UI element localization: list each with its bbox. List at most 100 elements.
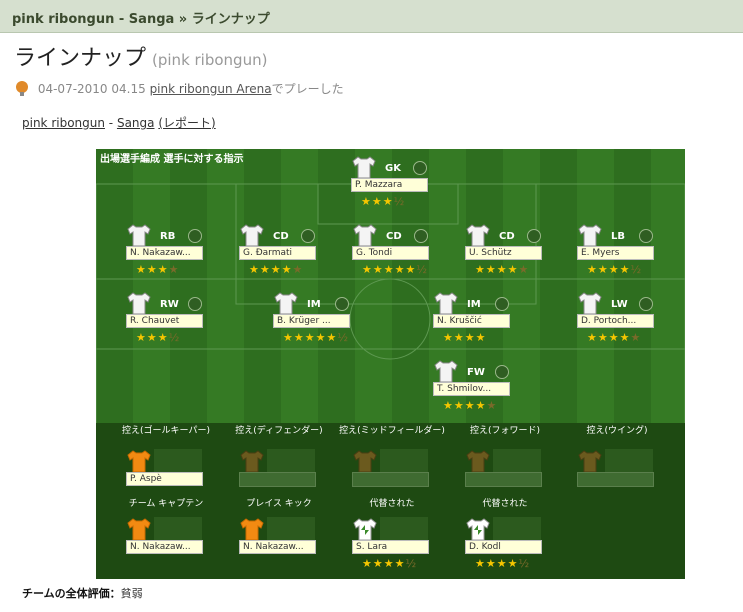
- bench-label: 控え(ウイング): [586, 426, 648, 436]
- instruction-dot[interactable]: [414, 229, 428, 243]
- player-card[interactable]: LW D. Portoch... ★★★★★: [577, 291, 685, 355]
- shirt-icon: [126, 291, 152, 315]
- player-stars: ★★★½: [136, 331, 181, 344]
- shirt-icon: [577, 291, 603, 315]
- player-stars: ★★★★★: [249, 263, 304, 276]
- shirt-icon: [465, 449, 491, 473]
- player-name[interactable]: T. Shmilov...: [433, 382, 510, 396]
- bench-player-name[interactable]: N. Nakazaw...: [126, 540, 203, 554]
- player-name[interactable]: G. Đarmati: [239, 246, 316, 260]
- player-position: IM: [307, 299, 321, 310]
- player-position: CD: [273, 231, 289, 242]
- shirt-icon: [352, 517, 378, 541]
- instruction-dot[interactable]: [639, 297, 653, 311]
- page-title: ラインナップ (pink ribongun): [14, 40, 267, 72]
- bench-label: 控え(ミッドフィールダー): [339, 426, 445, 436]
- player-position: CD: [499, 231, 515, 242]
- player-name[interactable]: R. Chauvet: [126, 314, 203, 328]
- instruction-dot[interactable]: [335, 297, 349, 311]
- player-name[interactable]: E. Myers: [577, 246, 654, 260]
- bench-player-name[interactable]: S. Lara: [352, 540, 429, 554]
- shirt-icon: [126, 223, 152, 247]
- player-name[interactable]: N. Nakazaw...: [126, 246, 203, 260]
- player-name[interactable]: D. Portoch...: [577, 314, 654, 328]
- player-stars: ★★★★★: [475, 263, 530, 276]
- meta-suffix: でプレーした: [271, 82, 344, 96]
- player-stars: ★★★★★: [443, 399, 498, 412]
- slot-background: [267, 517, 315, 541]
- shirt-icon: [433, 359, 459, 383]
- bench-label: プレイス キック: [246, 499, 312, 509]
- bench-label: チーム キャプテン: [128, 499, 204, 509]
- player-card[interactable]: CD G. Đarmati ★★★★★: [239, 223, 349, 287]
- bench-slot[interactable]: [577, 449, 657, 509]
- home-team-link[interactable]: pink ribongun: [22, 116, 105, 130]
- bench-label: 控え(フォワード): [469, 426, 541, 436]
- empty-slot[interactable]: [577, 472, 654, 487]
- bench-label: 代替された: [482, 499, 528, 509]
- slot-background: [493, 517, 541, 541]
- player-stars: ★★★★★½: [362, 263, 428, 276]
- instruction-dot[interactable]: [188, 229, 202, 243]
- empty-slot[interactable]: [239, 472, 316, 487]
- player-stars: ★★★½: [361, 195, 406, 208]
- bench-player-name[interactable]: P. Aspè: [126, 472, 203, 486]
- empty-slot[interactable]: [465, 472, 542, 487]
- arena-link[interactable]: pink ribongun Arena: [150, 82, 272, 96]
- bench-slot[interactable]: D. Kodl ★★★★½: [465, 517, 545, 577]
- shirt-icon: [273, 291, 299, 315]
- page-title-text: ラインナップ: [14, 46, 147, 71]
- trophy-icon: [14, 81, 30, 97]
- pitch-header: 出場選手編成 選手に対する指示: [100, 154, 244, 165]
- player-card[interactable]: RW R. Chauvet ★★★½: [126, 291, 236, 355]
- bench-player-name[interactable]: N. Nakazaw...: [239, 540, 316, 554]
- instruction-dot[interactable]: [413, 161, 427, 175]
- shirt-icon: [433, 291, 459, 315]
- link-separator: -: [104, 116, 117, 130]
- player-stars: ★★★★★: [587, 331, 642, 344]
- player-position: RW: [160, 299, 179, 310]
- instruction-dot[interactable]: [639, 229, 653, 243]
- player-card[interactable]: GK P. Mazzara ★★★½: [351, 155, 461, 219]
- player-position: LB: [611, 231, 625, 242]
- shirt-icon: [239, 449, 265, 473]
- instruction-dot[interactable]: [188, 297, 202, 311]
- player-card[interactable]: IM N. Kruščić ★★★★: [433, 291, 543, 355]
- player-position: IM: [467, 299, 481, 310]
- slot-background: [380, 517, 428, 541]
- bench-slot[interactable]: N. Nakazaw...: [126, 517, 206, 577]
- empty-slot[interactable]: [352, 472, 429, 487]
- instruction-dot[interactable]: [495, 297, 509, 311]
- shirt-icon: [577, 449, 603, 473]
- bench-player-name[interactable]: D. Kodl: [465, 540, 542, 554]
- player-name[interactable]: B. Krüger ...: [273, 314, 350, 328]
- shirt-icon: [351, 155, 377, 179]
- player-name[interactable]: G. Tondi: [352, 246, 429, 260]
- player-card[interactable]: FW T. Shmilov... ★★★★★: [433, 359, 543, 423]
- bench-slot[interactable]: S. Lara ★★★★½: [352, 517, 432, 577]
- title-bar: pink ribongun - Sanga » ラインナップ: [0, 0, 743, 33]
- instruction-dot[interactable]: [527, 229, 541, 243]
- slot-background: [154, 449, 202, 473]
- team-rating-value[interactable]: 貧弱: [121, 587, 143, 600]
- player-card[interactable]: IM B. Krüger ... ★★★★★½: [273, 291, 383, 355]
- player-name[interactable]: P. Mazzara: [351, 178, 428, 192]
- player-position: LW: [611, 299, 628, 310]
- shirt-icon: [126, 517, 152, 541]
- player-card[interactable]: CD G. Tondi ★★★★★½: [352, 223, 462, 287]
- shirt-icon: [465, 517, 491, 541]
- player-name[interactable]: U. Schütz: [465, 246, 542, 260]
- bench-slot[interactable]: N. Nakazaw...: [239, 517, 319, 577]
- instruction-dot[interactable]: [301, 229, 315, 243]
- player-name[interactable]: N. Kruščić: [433, 314, 510, 328]
- report-link[interactable]: (レポート): [158, 116, 215, 130]
- player-card[interactable]: RB N. Nakazaw... ★★★★: [126, 223, 236, 287]
- player-card[interactable]: CD U. Schütz ★★★★★: [465, 223, 575, 287]
- match-meta: 04-07-2010 04.15 pink ribongun Arenaでプレー…: [14, 80, 344, 97]
- instruction-dot[interactable]: [495, 365, 509, 379]
- slot-background: [380, 449, 428, 473]
- player-card[interactable]: LB E. Myers ★★★★½: [577, 223, 685, 287]
- away-team-link[interactable]: Sanga: [117, 116, 155, 130]
- player-position: GK: [385, 163, 401, 174]
- lineup-pitch: 出場選手編成 選手に対する指示 GK P. Mazzara ★★★½ RB N. Nak…: [96, 149, 685, 579]
